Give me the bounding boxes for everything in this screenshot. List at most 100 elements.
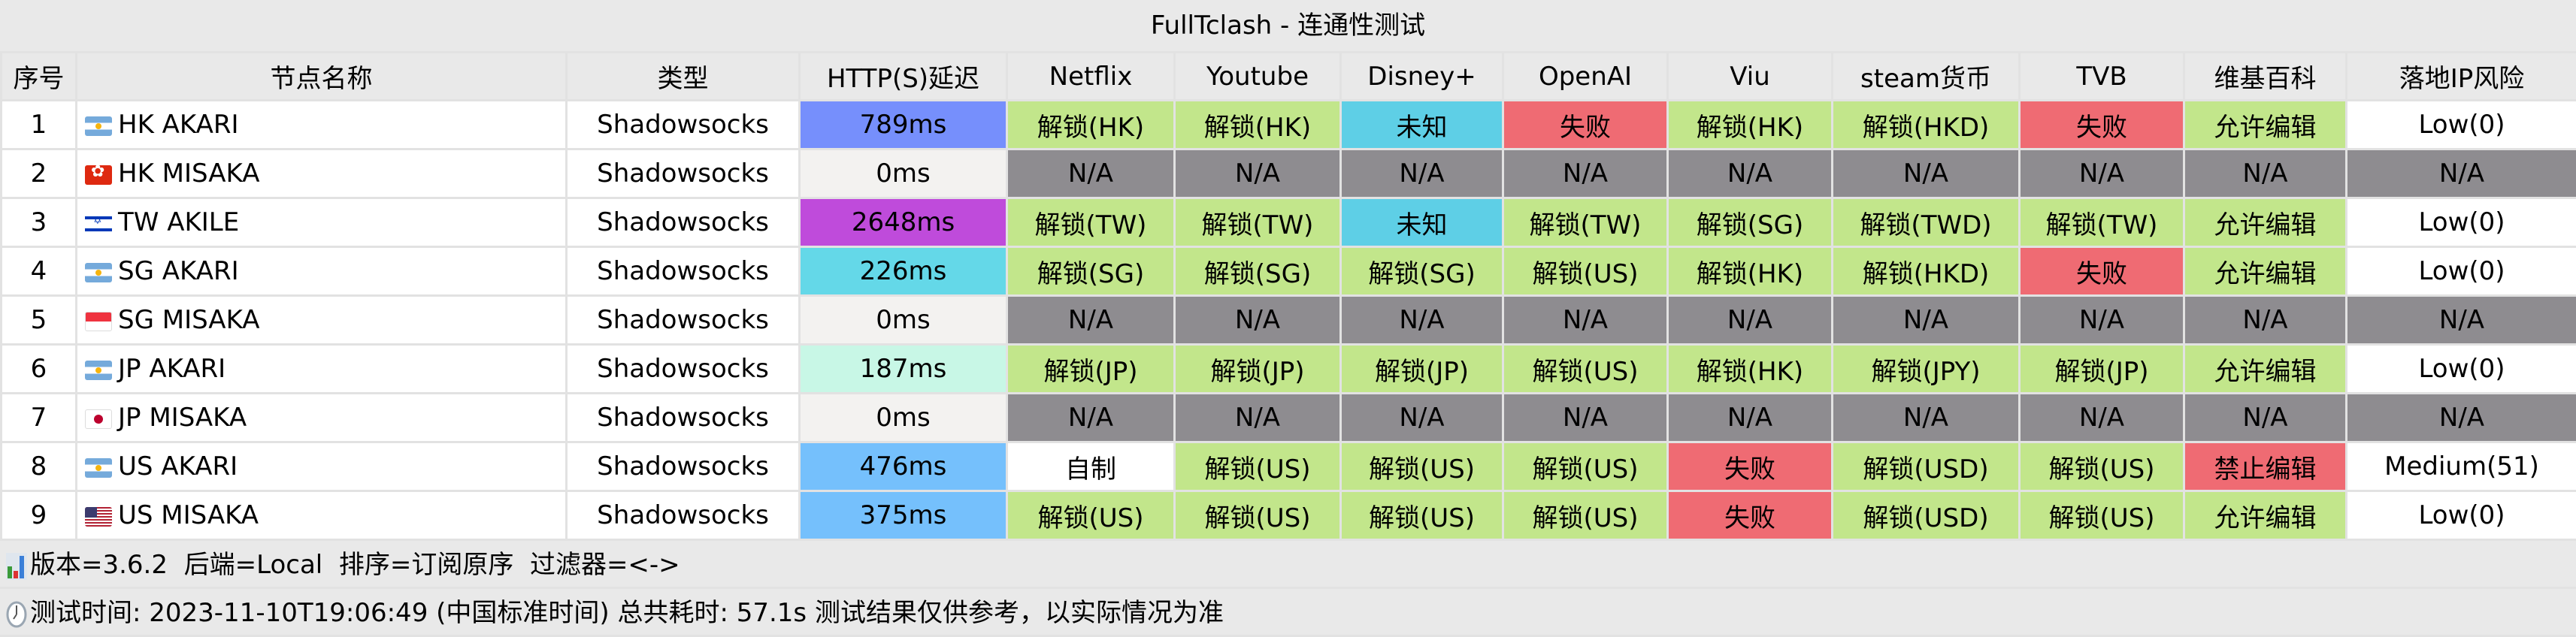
http-delay: 789ms xyxy=(800,101,1007,149)
table-row[interactable]: 3TW AKILEShadowsocks2648ms解锁(TW)解锁(TW)未知… xyxy=(2,198,2576,247)
node-name-cell: US AKARI xyxy=(77,442,567,491)
result-cell: N/A xyxy=(2347,394,2576,442)
column-header[interactable]: Youtube xyxy=(1175,53,1341,101)
result-cell: 解锁(TW) xyxy=(1007,198,1175,247)
column-header[interactable]: OpenAI xyxy=(1503,53,1668,101)
result-cell: 解锁(JP) xyxy=(1175,345,1341,394)
result-cell: 解锁(US) xyxy=(2020,442,2184,491)
column-header[interactable]: steam货币 xyxy=(1833,53,2020,101)
table-row[interactable]: 9US MISAKAShadowsocks375ms解锁(US)解锁(US)解锁… xyxy=(2,491,2576,540)
row-index: 4 xyxy=(2,247,77,296)
http-delay: 476ms xyxy=(800,442,1007,491)
result-cell: 失败 xyxy=(1503,101,1668,149)
http-delay: 0ms xyxy=(800,296,1007,345)
result-cell: 解锁(US) xyxy=(1175,491,1341,540)
result-cell: N/A xyxy=(1341,149,1503,198)
http-delay: 187ms xyxy=(800,345,1007,394)
result-cell: N/A xyxy=(1007,149,1175,198)
result-cell: 解锁(HK) xyxy=(1668,247,1833,296)
table-row[interactable]: 5SG MISAKAShadowsocks0msN/AN/AN/AN/AN/AN… xyxy=(2,296,2576,345)
result-cell: 未知 xyxy=(1341,101,1503,149)
result-cell: N/A xyxy=(1175,394,1341,442)
result-cell: 解锁(US) xyxy=(1341,442,1503,491)
node-type: Shadowsocks xyxy=(567,345,800,394)
result-cell: N/A xyxy=(2020,394,2184,442)
table-row[interactable]: 1HK AKARIShadowsocks789ms解锁(HK)解锁(HK)未知失… xyxy=(2,101,2576,149)
node-type: Shadowsocks xyxy=(567,247,800,296)
http-delay: 0ms xyxy=(800,394,1007,442)
column-header[interactable]: 类型 xyxy=(567,53,800,101)
result-cell: 解锁(HK) xyxy=(1175,101,1341,149)
result-cell: Low(0) xyxy=(2347,101,2576,149)
result-cell: 解锁(US) xyxy=(1503,491,1668,540)
result-cell: 解锁(JP) xyxy=(1341,345,1503,394)
result-cell: N/A xyxy=(2347,149,2576,198)
http-delay: 226ms xyxy=(800,247,1007,296)
node-name-cell: JP MISAKA xyxy=(77,394,567,442)
node-name: SG MISAKA xyxy=(118,305,260,335)
column-header[interactable]: Netflix xyxy=(1007,53,1175,101)
result-cell: N/A xyxy=(1668,296,1833,345)
result-cell: N/A xyxy=(1833,149,2020,198)
hong-kong-flag-icon xyxy=(85,165,112,185)
node-type: Shadowsocks xyxy=(567,442,800,491)
result-cell: 解锁(US) xyxy=(2020,491,2184,540)
node-name: US AKARI xyxy=(118,451,238,482)
result-cell: N/A xyxy=(2347,296,2576,345)
footer-time-text: 测试时间: 2023-11-10T19:06:49 (中国标准时间) 总共耗时:… xyxy=(30,598,1224,628)
column-header[interactable]: Disney+ xyxy=(1341,53,1503,101)
argentina-flag-icon xyxy=(85,263,112,282)
node-type: Shadowsocks xyxy=(567,101,800,149)
table-row[interactable]: 6JP AKARIShadowsocks187ms解锁(JP)解锁(JP)解锁(… xyxy=(2,345,2576,394)
result-cell: N/A xyxy=(1503,149,1668,198)
column-header[interactable]: Viu xyxy=(1668,53,1833,101)
node-name: SG AKARI xyxy=(118,256,239,286)
result-cell: N/A xyxy=(1341,296,1503,345)
result-cell: 解锁(US) xyxy=(1503,442,1668,491)
column-header[interactable]: 落地IP风险 xyxy=(2347,53,2576,101)
column-header[interactable]: HTTP(S)延迟 xyxy=(800,53,1007,101)
header-row: 序号节点名称类型HTTP(S)延迟NetflixYoutubeDisney+Op… xyxy=(2,53,2576,101)
result-cell: 解锁(JP) xyxy=(1007,345,1175,394)
node-name-cell: SG AKARI xyxy=(77,247,567,296)
result-cell: 解锁(HK) xyxy=(1668,101,1833,149)
result-cell: 解锁(HKD) xyxy=(1833,101,2020,149)
table-row[interactable]: 4SG AKARIShadowsocks226ms解锁(SG)解锁(SG)解锁(… xyxy=(2,247,2576,296)
http-delay: 375ms xyxy=(800,491,1007,540)
argentina-flag-icon xyxy=(85,458,112,478)
table-row[interactable]: 7JP MISAKAShadowsocks0msN/AN/AN/AN/AN/AN… xyxy=(2,394,2576,442)
result-cell: N/A xyxy=(1503,296,1668,345)
result-cell: Low(0) xyxy=(2347,198,2576,247)
result-cell: 解锁(US) xyxy=(1007,491,1175,540)
node-name-cell: SG MISAKA xyxy=(77,296,567,345)
result-cell: 自制 xyxy=(1007,442,1175,491)
result-cell: N/A xyxy=(1341,394,1503,442)
node-type: Shadowsocks xyxy=(567,491,800,540)
row-index: 9 xyxy=(2,491,77,540)
column-header[interactable]: 维基百科 xyxy=(2184,53,2347,101)
result-cell: N/A xyxy=(2184,394,2347,442)
clock-icon xyxy=(6,601,27,628)
row-index: 7 xyxy=(2,394,77,442)
result-cell: 允许编辑 xyxy=(2184,247,2347,296)
result-cell: 未知 xyxy=(1341,198,1503,247)
result-cell: 解锁(USD) xyxy=(1833,442,2020,491)
http-delay: 0ms xyxy=(800,149,1007,198)
result-cell: 失败 xyxy=(1668,442,1833,491)
table-row[interactable]: 2HK MISAKAShadowsocks0msN/AN/AN/AN/AN/AN… xyxy=(2,149,2576,198)
result-cell: 解锁(HK) xyxy=(1007,101,1175,149)
result-cell: N/A xyxy=(1833,296,2020,345)
table-row[interactable]: 8US AKARIShadowsocks476ms自制解锁(US)解锁(US)解… xyxy=(2,442,2576,491)
singapore-flag-icon xyxy=(85,312,112,331)
node-type: Shadowsocks xyxy=(567,296,800,345)
column-header[interactable]: 节点名称 xyxy=(77,53,567,101)
http-delay: 2648ms xyxy=(800,198,1007,247)
result-cell: 解锁(JP) xyxy=(2020,345,2184,394)
node-name-cell: TW AKILE xyxy=(77,198,567,247)
node-type: Shadowsocks xyxy=(567,198,800,247)
column-header[interactable]: TVB xyxy=(2020,53,2184,101)
result-cell: 解锁(SG) xyxy=(1007,247,1175,296)
node-name: JP MISAKA xyxy=(118,403,247,433)
result-cell: N/A xyxy=(2020,296,2184,345)
column-header[interactable]: 序号 xyxy=(2,53,77,101)
